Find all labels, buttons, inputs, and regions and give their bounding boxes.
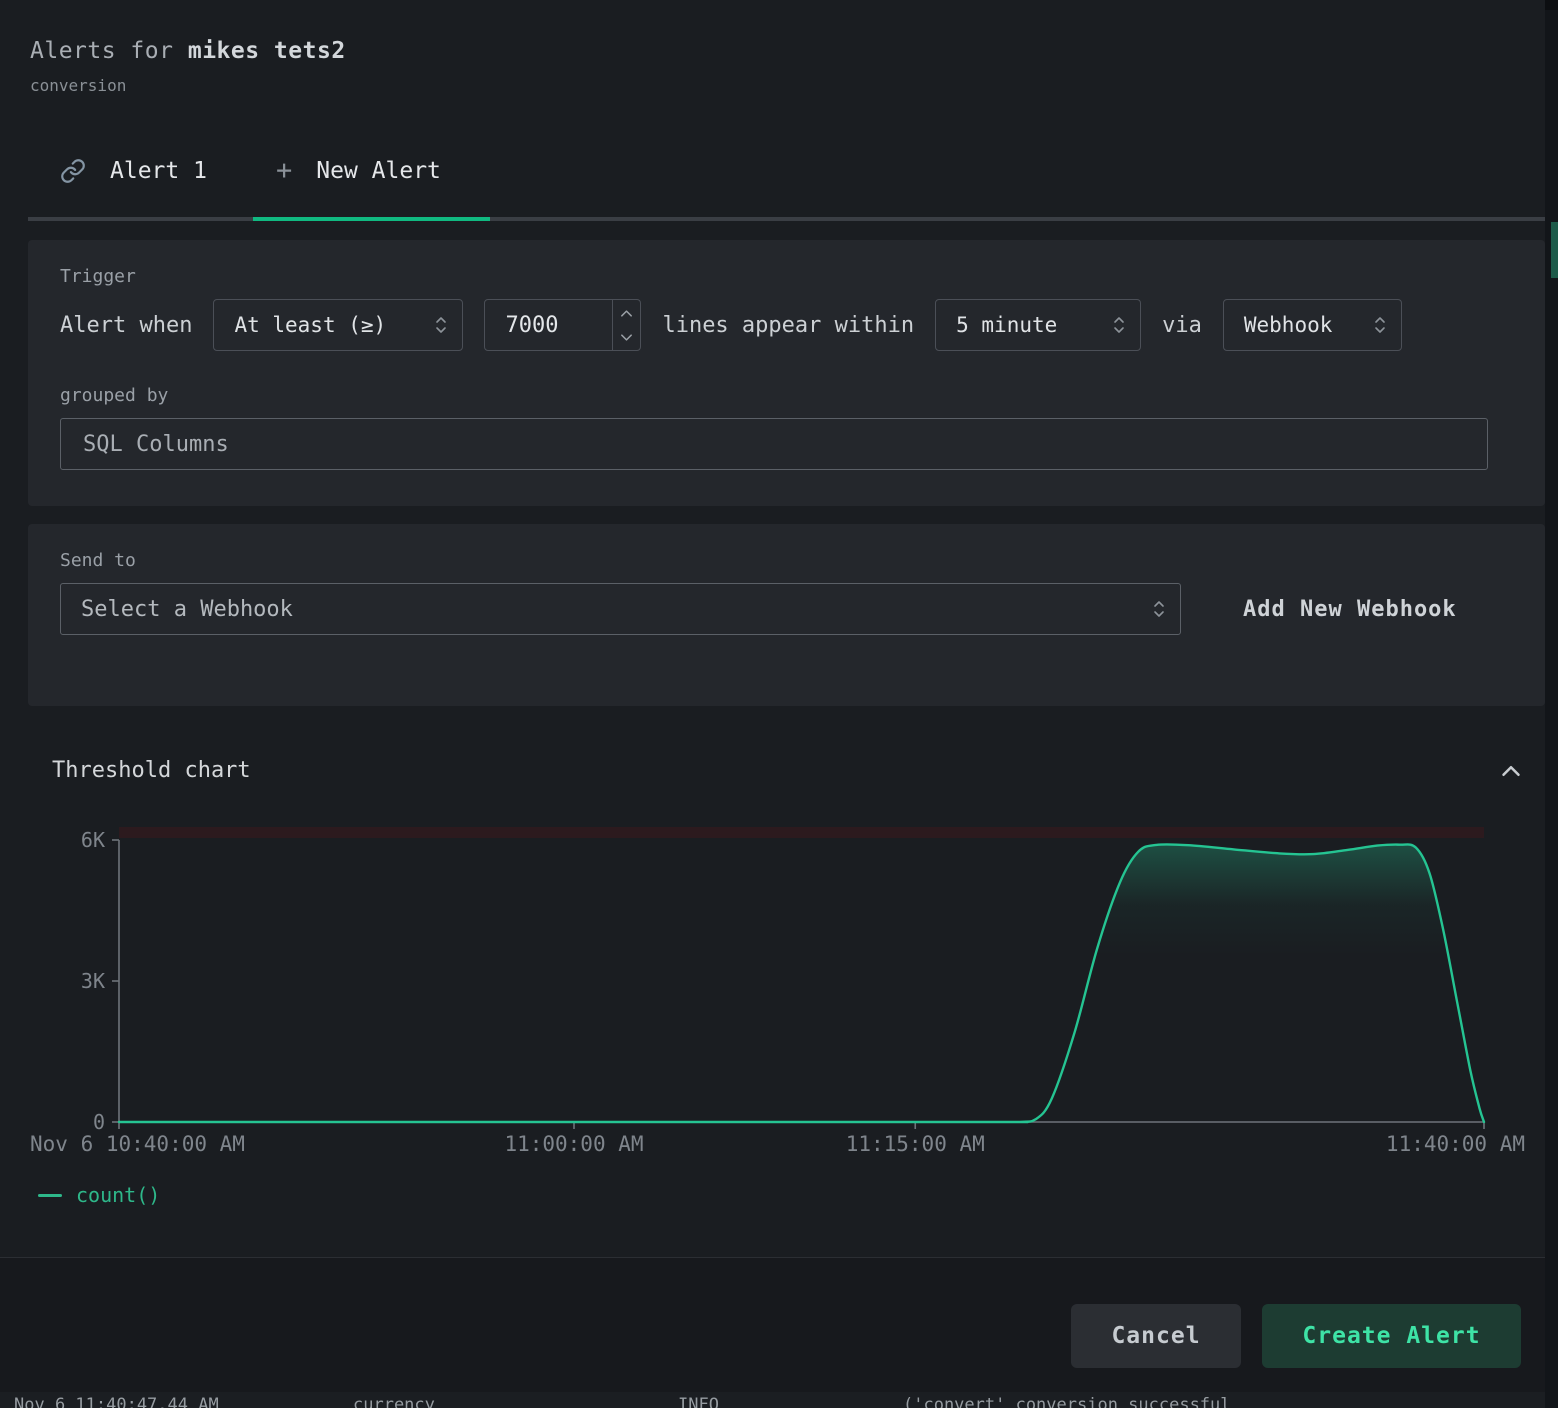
stepper-up-button[interactable]	[613, 300, 640, 325]
collapse-chart-button[interactable]	[1496, 756, 1526, 786]
webhook-select[interactable]: Select a Webhook	[60, 583, 1181, 635]
background-log-row: Nov 6 11:40:47.44 AM currency INFO ('con…	[0, 1392, 1558, 1408]
plus-icon: +	[276, 158, 292, 184]
x-axis-label: Nov 6 10:40:00 AM	[30, 1132, 245, 1156]
legend-series-label: count()	[76, 1183, 160, 1207]
threshold-value-input[interactable]: 7000	[484, 299, 641, 351]
modal-footer: Cancel Create Alert	[0, 1257, 1558, 1393]
legend-line-swatch	[38, 1194, 62, 1197]
create-alert-button[interactable]: Create Alert	[1262, 1304, 1521, 1368]
tabs-underline-active	[253, 217, 490, 221]
y-axis-label: 0	[27, 1110, 105, 1134]
log-timestamp: Nov 6 11:40:47.44 AM	[14, 1395, 219, 1408]
send-to-panel: Send to Select a Webhook Add New Webhook	[28, 524, 1545, 706]
cancel-button[interactable]: Cancel	[1071, 1304, 1241, 1368]
alert-when-text: Alert when	[60, 313, 192, 338]
threshold-chart: 0 3K 6K Nov 6 10:40:00 AM 11:00:00 AM 11:15:0…	[0, 820, 1558, 1180]
lines-appear-text: lines appear within	[662, 313, 914, 338]
number-stepper	[612, 300, 640, 350]
y-axis-label: 3K	[27, 969, 105, 993]
group-by-input[interactable]: SQL Columns	[60, 418, 1488, 470]
trigger-section-label: Trigger	[60, 266, 1513, 287]
via-text: via	[1162, 313, 1202, 338]
send-to-label: Send to	[60, 550, 1513, 571]
threshold-type-value: At least (≥)	[234, 313, 386, 337]
threshold-value: 7000	[485, 300, 612, 350]
page-title-source-name: mikes tets2	[188, 38, 346, 64]
tab-alert-1[interactable]: Alert 1	[60, 158, 207, 184]
chevron-updown-icon	[432, 312, 450, 338]
log-level: INFO	[678, 1395, 719, 1408]
chevron-down-icon	[619, 332, 634, 344]
series-area	[119, 844, 1484, 1122]
chevron-updown-icon	[1150, 596, 1168, 622]
y-axis-label: 6K	[27, 828, 105, 852]
add-new-webhook-button[interactable]: Add New Webhook	[1243, 597, 1457, 622]
tab-alert-1-label: Alert 1	[110, 158, 207, 184]
webhook-select-placeholder: Select a Webhook	[81, 597, 293, 622]
threshold-chart-title: Threshold chart	[52, 758, 251, 783]
link-icon	[60, 158, 86, 184]
channel-value: Webhook	[1244, 313, 1333, 337]
chart-legend: count()	[38, 1183, 160, 1207]
background-page-strip	[1545, 0, 1558, 1408]
grouped-by-label: grouped by	[60, 385, 1513, 406]
create-alert-modal: Alerts for mikes tets2 conversion Alert …	[0, 0, 1558, 1408]
page-title: Alerts for mikes tets2	[30, 38, 346, 64]
send-to-row: Select a Webhook Add New Webhook	[60, 583, 1513, 635]
chevron-updown-icon	[1371, 312, 1389, 338]
chevron-up-icon	[619, 307, 634, 319]
trigger-panel: Trigger Alert when At least (≥) 7000 lin…	[28, 240, 1545, 506]
threshold-type-select[interactable]: At least (≥)	[213, 299, 463, 351]
chevron-up-icon	[1496, 756, 1526, 786]
log-message: ('convert' conversion successful	[903, 1395, 1231, 1408]
x-axis-label: 11:40:00 AM	[1386, 1132, 1525, 1156]
background-notch	[1545, 0, 1558, 10]
time-window-value: 5 minute	[956, 313, 1057, 337]
time-window-select[interactable]: 5 minute	[935, 299, 1141, 351]
tab-new-alert-label: New Alert	[316, 158, 441, 184]
stepper-down-button[interactable]	[613, 325, 640, 350]
group-by-placeholder: SQL Columns	[83, 432, 229, 457]
page-subtitle: conversion	[30, 76, 126, 95]
trigger-row: Alert when At least (≥) 7000 lines appea…	[60, 299, 1513, 351]
chevron-updown-icon	[1110, 312, 1128, 338]
threshold-band	[119, 827, 1484, 838]
page-title-prefix: Alerts for	[30, 38, 173, 64]
chart-canvas	[0, 820, 1558, 1180]
x-axis-label: 11:15:00 AM	[825, 1132, 1005, 1156]
channel-select[interactable]: Webhook	[1223, 299, 1402, 351]
background-green-element	[1551, 222, 1558, 278]
log-service: currency	[353, 1395, 435, 1408]
tab-new-alert[interactable]: + New Alert	[276, 158, 441, 184]
x-axis-label: 11:00:00 AM	[484, 1132, 664, 1156]
